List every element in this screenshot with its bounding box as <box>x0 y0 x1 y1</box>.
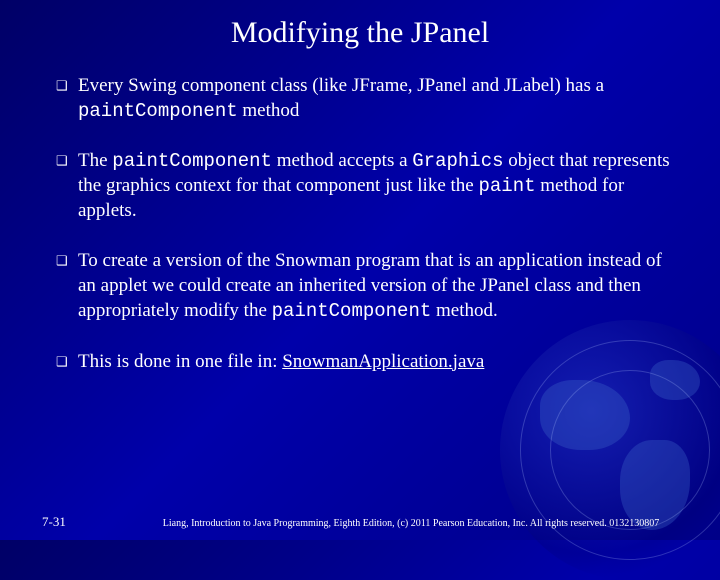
bullet-item: ❑ The paintComponent method accepts a Gr… <box>56 149 680 223</box>
bullet-text: The paintComponent method accepts a Grap… <box>78 149 680 223</box>
slide-footer: 7-31 Liang, Introduction to Java Program… <box>0 514 720 534</box>
copyright-text: Liang, Introduction to Java Programming,… <box>122 518 700 530</box>
code-span: Graphics <box>412 150 503 172</box>
code-span: paintComponent <box>78 100 238 122</box>
slide-title: Modifying the JPanel <box>0 0 720 50</box>
bullet-icon: ❑ <box>56 350 78 375</box>
bullet-icon: ❑ <box>56 74 78 123</box>
bullet-text: Every Swing component class (like JFrame… <box>78 74 680 123</box>
bullet-icon: ❑ <box>56 149 78 223</box>
bullet-text: To create a version of the Snowman progr… <box>78 249 680 323</box>
bullet-item: ❑ To create a version of the Snowman pro… <box>56 249 680 323</box>
slide-content: ❑ Every Swing component class (like JFra… <box>0 50 720 374</box>
file-link: SnowmanApplication.java <box>282 351 484 372</box>
bullet-icon: ❑ <box>56 249 78 323</box>
code-span: paint <box>478 175 535 197</box>
bullet-text: This is done in one file in: SnowmanAppl… <box>78 350 680 375</box>
page-number: 7-31 <box>42 514 122 530</box>
bullet-item: ❑ This is done in one file in: SnowmanAp… <box>56 350 680 375</box>
code-span: paintComponent <box>112 150 272 172</box>
code-span: paintComponent <box>272 300 432 322</box>
bullet-item: ❑ Every Swing component class (like JFra… <box>56 74 680 123</box>
